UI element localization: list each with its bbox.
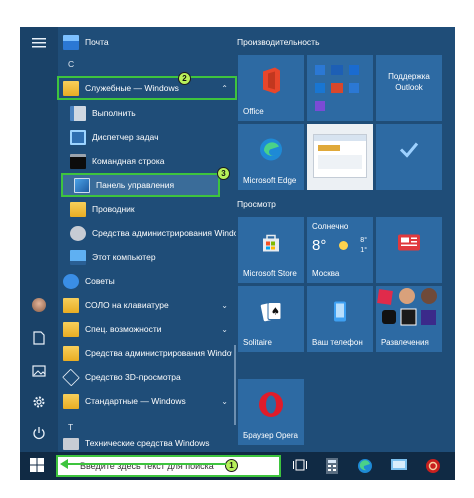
tile-microsoft-store[interactable]: Microsoft Store	[238, 217, 304, 283]
outlook-support-text: Поддержка Outlook	[388, 72, 430, 92]
run-icon	[70, 105, 86, 121]
tile-your-phone[interactable]: Ваш телефон	[307, 286, 373, 352]
list-item-task-manager[interactable]: Диспетчер задач	[58, 126, 236, 148]
mail-icon	[63, 34, 79, 50]
folder-icon	[63, 321, 79, 337]
section-letter-t[interactable]: Т	[68, 422, 73, 432]
list-item-windows-system-folder[interactable]: Служебные — Windows ⌃	[57, 76, 237, 100]
tile-news[interactable]	[376, 217, 442, 283]
list-item-explorer[interactable]: Проводник	[58, 198, 236, 220]
command-prompt-icon	[70, 153, 86, 169]
apps-cluster-icon	[315, 65, 359, 111]
folder-icon	[63, 345, 79, 361]
weather-condition: Солнечно	[312, 222, 349, 231]
tile-microsoft-edge[interactable]: Microsoft Edge	[238, 124, 304, 190]
weather-temperature: 8°	[312, 237, 327, 254]
store-bag-icon	[261, 232, 281, 257]
settings-gear-icon[interactable]	[31, 394, 47, 410]
list-item-mail[interactable]: Почта	[58, 31, 236, 53]
start-rail	[20, 27, 58, 452]
list-item-admin-tools-sub[interactable]: Средства администрирования Windows	[58, 222, 236, 244]
task-view-icon[interactable]	[293, 458, 309, 474]
step-badge-3: 3	[217, 167, 230, 180]
checkmark-icon	[399, 141, 419, 162]
tile-office[interactable]: Office	[238, 55, 304, 121]
svg-text:♠: ♠	[271, 306, 280, 317]
chevron-down-icon: ⌄	[221, 324, 228, 334]
calculator-icon[interactable]	[326, 458, 342, 474]
list-item-run[interactable]: Выполнить	[58, 102, 236, 124]
app-list: Почта С Служебные — Windows ⌃ Выполнить …	[57, 27, 237, 452]
tile-photos[interactable]	[307, 124, 373, 190]
3d-viewer-icon	[62, 368, 80, 386]
documents-icon[interactable]	[31, 330, 47, 346]
list-item-3d-viewer[interactable]: Средство 3D-просмотра	[58, 366, 236, 388]
group-header-explore[interactable]: Просмотр	[237, 199, 276, 209]
group-header-productivity[interactable]: Производительность	[237, 37, 320, 47]
edge-taskbar-icon[interactable]	[357, 458, 373, 474]
list-item-control-panel[interactable]: Панель управления	[61, 173, 220, 197]
admin-tools-icon	[70, 225, 86, 241]
solitaire-cards-icon: ♠	[259, 300, 283, 327]
user-avatar-icon[interactable]	[31, 297, 47, 313]
pictures-icon[interactable]	[31, 363, 47, 379]
list-item-tips[interactable]: Советы	[58, 270, 236, 292]
list-item-solo-folder[interactable]: СОЛО на клавиатуре ⌄	[58, 294, 236, 316]
list-item-this-pc[interactable]: Этот компьютер	[58, 246, 236, 268]
list-item-accessibility-folder[interactable]: Спец. возможности ⌄	[58, 318, 236, 340]
tile-solitaire[interactable]: ♠ Solitaire	[238, 286, 304, 352]
list-item-command-prompt[interactable]: Командная строка	[58, 150, 236, 172]
chevron-down-icon: ⌄	[221, 300, 228, 310]
list-item-admin-tools-folder[interactable]: Средства администрирования Windows	[58, 342, 232, 364]
start-menu: Почта С Служебные — Windows ⌃ Выполнить …	[20, 27, 455, 480]
weather-low: 1°	[360, 247, 367, 254]
section-letter-s[interactable]: С	[68, 59, 74, 69]
list-item-windows-tools[interactable]: Технические средства Windows	[58, 438, 236, 452]
folder-icon	[63, 80, 79, 96]
opera-icon	[258, 391, 284, 422]
tips-lightbulb-icon	[63, 273, 79, 289]
office-icon	[260, 67, 282, 98]
tile-todo[interactable]	[376, 124, 442, 190]
file-explorer-icon	[70, 201, 86, 217]
security-center-icon[interactable]	[425, 458, 441, 474]
photos-preview	[313, 134, 367, 178]
hamburger-menu-icon[interactable]	[31, 35, 47, 51]
news-icon	[397, 233, 421, 256]
phone-icon	[333, 300, 347, 327]
edge-icon	[259, 137, 283, 166]
chevron-up-icon: ⌃	[221, 83, 228, 93]
remote-desktop-icon[interactable]	[391, 458, 407, 474]
entertainment-apps-icon	[377, 288, 437, 326]
control-panel-icon	[74, 177, 90, 193]
annotation-arrow	[60, 459, 226, 469]
power-icon[interactable]	[31, 425, 47, 441]
tools-icon	[63, 438, 79, 450]
step-badge-2: 2	[178, 72, 191, 85]
scrollbar[interactable]	[234, 345, 236, 425]
folder-icon	[63, 297, 79, 313]
tile-opera[interactable]: Браузер Opera	[238, 379, 304, 445]
tile-apps-cluster[interactable]	[307, 55, 373, 121]
weather-sun-icon	[339, 241, 348, 250]
computer-icon	[70, 249, 86, 265]
folder-icon	[63, 393, 79, 409]
tile-entertainment[interactable]: Развлечения	[376, 286, 442, 352]
windows-start-icon[interactable]	[30, 458, 46, 474]
tile-weather[interactable]: Солнечно 8° 8° 1° Москва	[307, 217, 373, 283]
tile-outlook-support[interactable]: Поддержка Outlook	[376, 55, 442, 121]
weather-high: 8°	[360, 237, 367, 244]
task-manager-icon	[70, 129, 86, 145]
list-item-accessories-folder[interactable]: Стандартные — Windows ⌄	[58, 390, 236, 412]
chevron-down-icon: ⌄	[221, 396, 228, 406]
